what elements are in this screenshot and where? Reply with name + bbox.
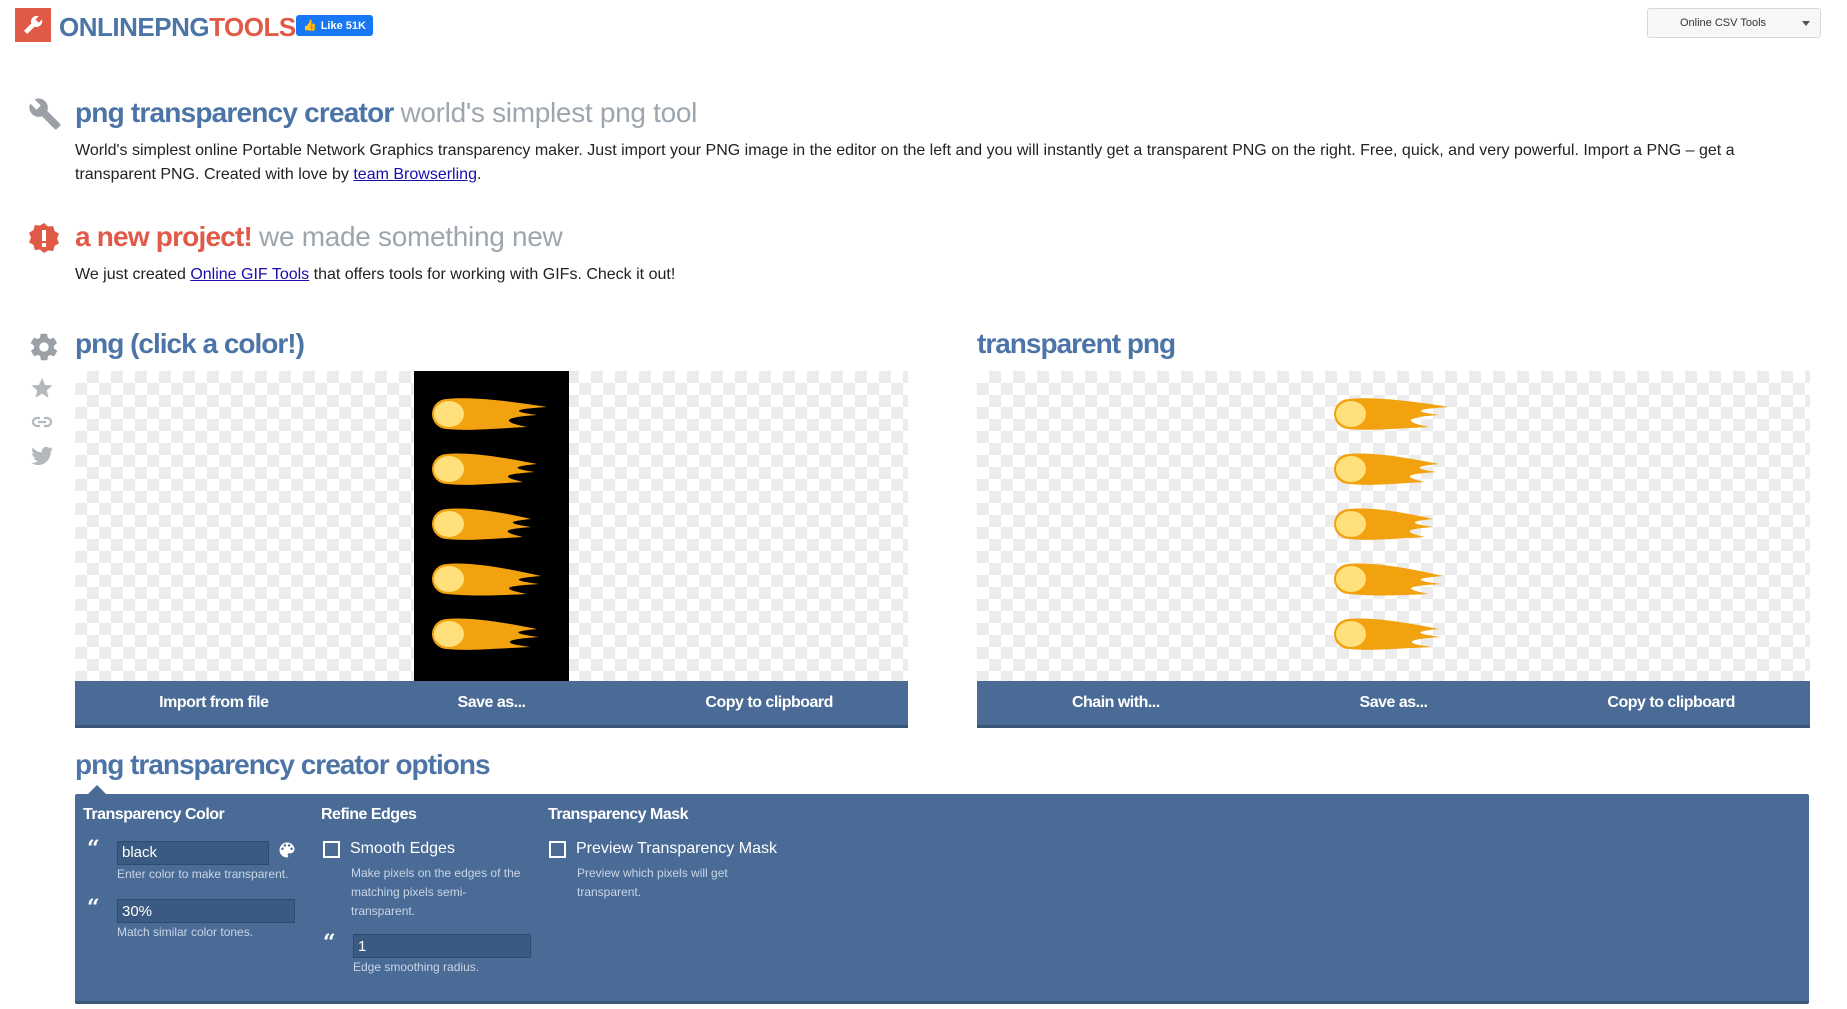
smooth-edges-label: Smooth Edges: [350, 840, 455, 857]
output-panel-title: transparent png: [977, 328, 1176, 359]
transparency-color-heading: Transparency Color: [83, 806, 225, 823]
preview-mask-help: Preview which pixels will get transparen…: [577, 866, 728, 899]
fireball-icon: [1334, 618, 1441, 650]
announcement-title-main: a new project!: [75, 221, 253, 252]
color-tolerance-help: Match similar color tones.: [117, 925, 254, 939]
input-fireball-image[interactable]: [427, 393, 557, 668]
radius-field-row: “ Edge smoothing radius.: [323, 930, 531, 977]
color-field-row: “ Enter color to make transparent.: [87, 836, 297, 884]
smooth-edges-option[interactable]: Smooth Edges: [323, 840, 455, 858]
color-tolerance-input[interactable]: [117, 899, 295, 923]
announcement-text: We just created Online GIF Tools that of…: [75, 263, 675, 287]
quote-icon: “: [87, 895, 100, 921]
preview-mask-option[interactable]: Preview Transparency Mask: [549, 840, 777, 858]
gear-icon[interactable]: [28, 331, 60, 368]
announcement-title-sub: we made something new: [259, 221, 563, 252]
facebook-like-label: Like 51K: [320, 19, 366, 32]
input-image-canvas[interactable]: [75, 371, 908, 681]
output-copy-to-clipboard-button[interactable]: Copy to clipboard: [1532, 681, 1810, 725]
fireball-icon: [432, 508, 531, 540]
palette-icon[interactable]: [277, 840, 297, 865]
side-action-icons: [30, 376, 56, 468]
alert-icon: [28, 222, 60, 259]
smooth-edges-checkbox[interactable]: [323, 840, 340, 858]
fireball-icon: [1334, 453, 1439, 485]
link-icon[interactable]: [30, 410, 56, 434]
import-from-file-button[interactable]: Import from file: [75, 681, 353, 725]
preview-mask-label: Preview Transparency Mask: [576, 840, 777, 857]
thumbs-up-icon: 👍: [303, 20, 317, 32]
smooth-edges-help: Make pixels on the edges of the matching…: [351, 866, 521, 918]
transparency-mask-heading: Transparency Mask: [548, 806, 689, 823]
logo-icon[interactable]: [15, 8, 51, 42]
refine-edges-group: Refine Edges: [321, 806, 417, 824]
transparency-color-help: Enter color to make transparent.: [117, 867, 289, 881]
output-button-bar: Chain with... Save as... Copy to clipboa…: [977, 681, 1810, 728]
output-save-as-button[interactable]: Save as...: [1255, 681, 1533, 725]
input-panel-title: png (click a color!): [75, 328, 305, 359]
announcement-text-end: that offers tools for working with GIFs.…: [309, 266, 676, 283]
intro-text-end: .: [476, 166, 482, 183]
fireball-icon: [432, 453, 537, 485]
options-panel: Transparency Color “ Enter color to make…: [75, 794, 1809, 1004]
chain-with-button[interactable]: Chain with...: [977, 681, 1255, 725]
wrench-icon: [28, 97, 62, 136]
fireball-icon: [1334, 398, 1449, 430]
fireball-icon: [1334, 508, 1433, 540]
site-logo[interactable]: ONLINEPNGTOOLS: [59, 12, 296, 43]
tools-dropdown[interactable]: Online CSV Tools: [1647, 8, 1821, 38]
quote-icon: “: [87, 836, 100, 862]
output-image-canvas[interactable]: [977, 371, 1810, 681]
star-icon[interactable]: [30, 376, 56, 400]
facebook-like-button[interactable]: 👍 Like 51K: [296, 15, 373, 36]
online-gif-tools-link[interactable]: Online GIF Tools: [190, 266, 309, 283]
fireball-icon: [432, 398, 547, 430]
options-pointer: [88, 785, 106, 794]
edge-radius-help: Edge smoothing radius.: [353, 960, 480, 974]
refine-edges-heading: Refine Edges: [321, 806, 417, 823]
team-browserling-link[interactable]: team Browserling: [353, 166, 477, 183]
preview-mask-checkbox[interactable]: [549, 840, 566, 858]
chevron-down-icon: [1802, 21, 1810, 26]
fireball-icon: [432, 563, 541, 596]
page-title-main: png transparency creator: [75, 97, 394, 128]
logo-text-part1: ONLINEPNG: [59, 12, 210, 42]
input-button-bar: Import from file Save as... Copy to clip…: [75, 681, 908, 728]
output-fireball-image: [1329, 393, 1459, 668]
quote-icon: “: [323, 930, 336, 956]
announcement-title: a new project! we made something new: [75, 221, 563, 253]
intro-text: World's simplest online Portable Network…: [75, 142, 1735, 183]
transparency-color-group: Transparency Color: [83, 806, 225, 824]
input-copy-to-clipboard-button[interactable]: Copy to clipboard: [630, 681, 908, 725]
fireball-icon: [1334, 563, 1443, 596]
edge-radius-input[interactable]: [353, 934, 531, 958]
page-title: png transparency creator world's simples…: [75, 97, 697, 129]
input-panel: Import from file Save as... Copy to clip…: [75, 371, 908, 728]
intro-description: World's simplest online Portable Network…: [75, 139, 1795, 187]
options-title: png transparency creator options: [75, 749, 491, 780]
tools-dropdown-value: Online CSV Tools: [1680, 17, 1767, 29]
tolerance-field-row: “ Match similar color tones.: [87, 895, 295, 942]
twitter-icon[interactable]: [30, 444, 56, 468]
logo-text-part2: TOOLS: [209, 12, 296, 42]
fireball-icon: [432, 618, 539, 650]
input-save-as-button[interactable]: Save as...: [353, 681, 631, 725]
output-panel: Chain with... Save as... Copy to clipboa…: [977, 371, 1810, 728]
announcement-text-start: We just created: [75, 266, 191, 283]
transparency-color-input[interactable]: [117, 840, 269, 865]
page-title-sub: world's simplest png tool: [400, 97, 698, 128]
transparency-mask-group: Transparency Mask: [548, 806, 689, 824]
